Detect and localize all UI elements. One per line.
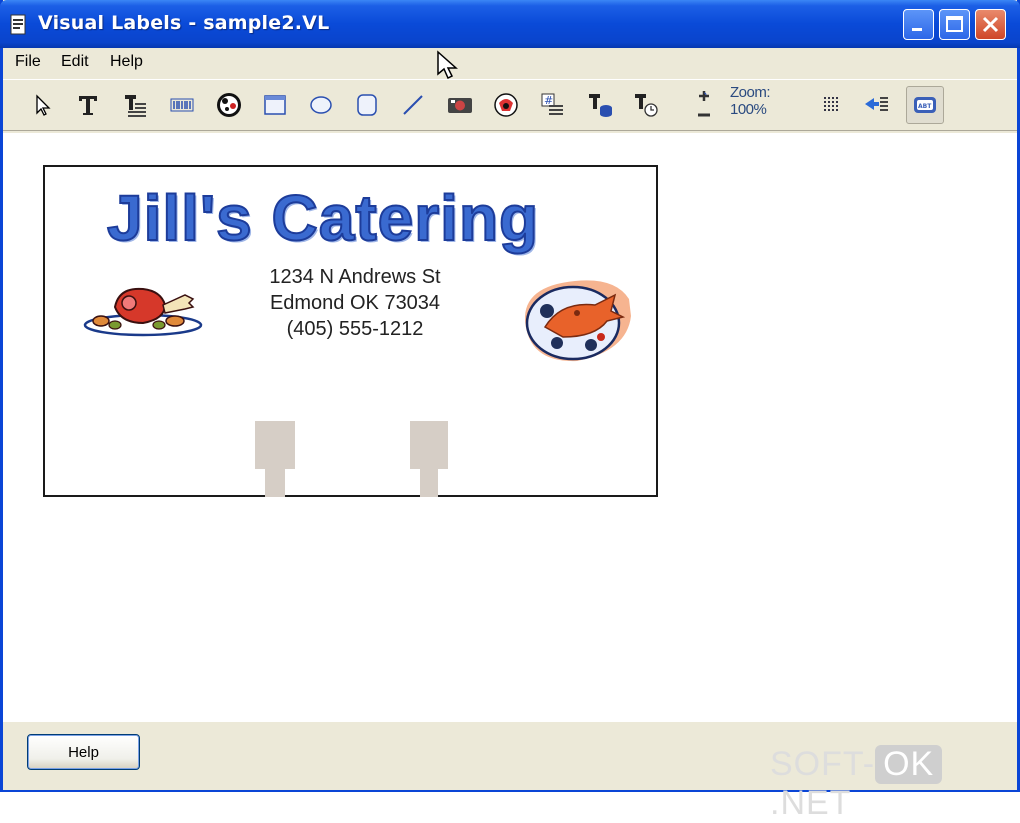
paragraph-tool-button[interactable] [120, 90, 150, 120]
database-field-icon [589, 94, 612, 117]
date-clock-icon [635, 94, 658, 117]
address-line-2[interactable]: Edmond OK 73034 [245, 292, 465, 315]
clipart-tool-button[interactable] [491, 90, 521, 120]
rounded-rectangle-icon [357, 94, 377, 116]
select-tool-button[interactable] [28, 90, 58, 120]
phone-number[interactable]: (405) 555-1212 [245, 318, 465, 341]
text-t-icon [79, 96, 97, 115]
zoom-value: 100% [730, 101, 767, 118]
rectangle-icon [264, 95, 286, 115]
zoom-readout: Zoom: 100% [730, 84, 771, 118]
title-bar[interactable]: Visual Labels - sample2.VL [0, 0, 1020, 48]
arrow-pointer-icon [36, 94, 51, 116]
align-arrow-icon [865, 97, 888, 111]
label-title[interactable]: Jill's Catering [106, 181, 539, 255]
label-slot-right-stem [420, 467, 438, 497]
watermark: SOFT- OK .NET [770, 745, 1020, 823]
mouse-cursor-icon [437, 50, 458, 80]
menu-bar: File Edit Help [3, 48, 1017, 78]
zoom-plus-minus-icon [698, 91, 710, 117]
line-icon [403, 95, 423, 115]
line-tool-button[interactable] [398, 90, 428, 120]
svg-text:ABT: ABT [918, 103, 932, 110]
label-slot-left [255, 421, 295, 469]
clipart-icon [494, 93, 518, 117]
minimize-icon [912, 28, 922, 31]
database-text-tool-button[interactable] [585, 90, 615, 120]
seafood-platter-icon[interactable] [515, 271, 635, 371]
toolbar: # ABT [3, 79, 1017, 131]
label-print-icon: ABT [914, 97, 936, 113]
menu-file[interactable]: File [15, 53, 41, 71]
menu-edit[interactable]: Edit [61, 53, 89, 71]
address-line-1[interactable]: 1234 N Andrews St [245, 266, 465, 289]
document-app-icon [10, 14, 26, 35]
close-icon [982, 16, 999, 33]
minimize-button[interactable] [903, 9, 934, 40]
ellipse-icon [310, 96, 332, 114]
rectangle-tool-button[interactable] [260, 90, 290, 120]
print-label-button[interactable]: ABT [906, 86, 944, 124]
zoom-in-out-button[interactable] [689, 90, 719, 120]
window-title: Visual Labels - sample2.VL [38, 12, 330, 34]
align-objects-button[interactable] [861, 90, 891, 120]
text-tool-button[interactable] [73, 90, 103, 120]
design-canvas[interactable]: Jill's Catering 1234 N Andrews St Edmond… [3, 133, 1017, 721]
paragraph-text-icon [125, 95, 146, 117]
watermark-left: SOFT- [770, 745, 876, 783]
rounded-rect-tool-button[interactable] [352, 90, 382, 120]
label-slot-left-stem [265, 467, 285, 497]
watermark-mid: OK [875, 745, 943, 784]
serial-number-icon: # [541, 93, 563, 115]
camera-picture-icon [448, 98, 472, 113]
barcode-tool-button[interactable] [167, 90, 197, 120]
picture-tool-button[interactable] [445, 90, 475, 120]
barcode-icon [170, 98, 194, 112]
grid-toggle-button[interactable] [817, 90, 847, 120]
image-tool-button[interactable] [214, 90, 244, 120]
ellipse-tool-button[interactable] [306, 90, 336, 120]
label-card[interactable]: Jill's Catering 1234 N Andrews St Edmond… [43, 165, 658, 497]
maximize-button[interactable] [939, 9, 970, 40]
paint-palette-icon [217, 93, 241, 117]
watermark-right: .NET [770, 784, 852, 822]
date-text-tool-button[interactable] [631, 90, 661, 120]
close-button[interactable] [975, 9, 1006, 40]
menu-help[interactable]: Help [110, 53, 143, 71]
grid-icon [824, 97, 838, 111]
label-slot-right [410, 421, 448, 469]
roast-ham-platter-icon[interactable] [81, 281, 205, 343]
serial-text-tool-button[interactable]: # [538, 90, 568, 120]
zoom-label: Zoom: [730, 84, 771, 101]
maximize-icon [946, 16, 963, 32]
app-window: Visual Labels - sample2.VL File Edit Hel… [0, 0, 1020, 792]
help-button[interactable]: Help [27, 734, 140, 770]
